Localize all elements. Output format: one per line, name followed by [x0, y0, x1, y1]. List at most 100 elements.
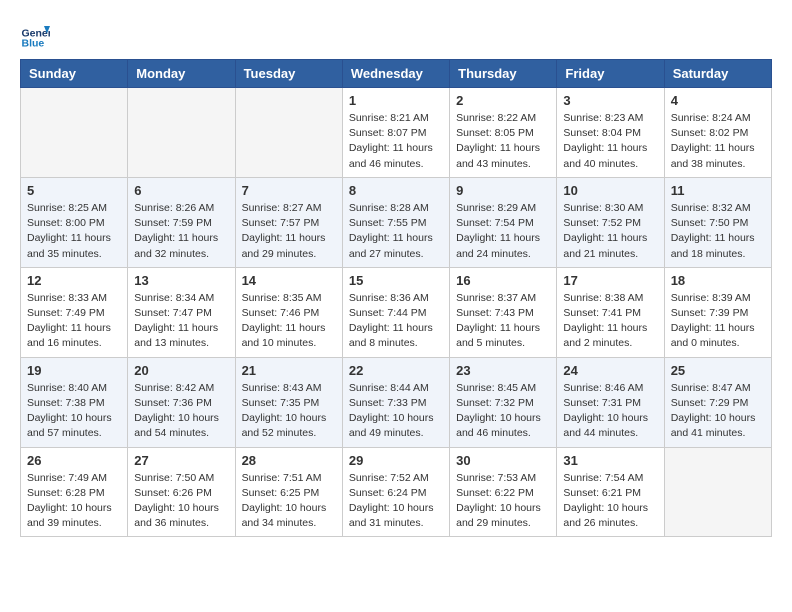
calendar-cell: 27Sunrise: 7:50 AMSunset: 6:26 PMDayligh… [128, 447, 235, 537]
calendar-week-row: 26 Sunrise: 7:49 AMSunset: 6:28 PMDayligh… [21, 447, 772, 537]
calendar-cell: 4 Sunrise: 8:24 AMSunset: 8:02 PMDaylight… [664, 88, 771, 178]
day-info: Sunrise: 7:49 AMSunset: 6:28 PMDaylight:… [27, 471, 121, 532]
day-number: 7 [242, 183, 336, 198]
day-info: Sunrise: 8:30 AMSunset: 7:52 PMDaylight:… [563, 201, 657, 262]
calendar-cell: 24 Sunrise: 8:46 AMSunset: 7:31 PMDayligh… [557, 357, 664, 447]
calendar-week-row: 1Sunrise: 8:21 AMSunset: 8:07 PMDaylight… [21, 88, 772, 178]
calendar-cell: 26 Sunrise: 7:49 AMSunset: 6:28 PMDayligh… [21, 447, 128, 537]
day-number: 13 [134, 273, 228, 288]
day-number: 10 [563, 183, 657, 198]
calendar-cell: 7 Sunrise: 8:27 AMSunset: 7:57 PMDaylight… [235, 177, 342, 267]
day-info: Sunrise: 8:44 AMSunset: 7:33 PMDaylight:… [349, 381, 443, 442]
day-number: 14 [242, 273, 336, 288]
day-info: Sunrise: 7:53 AMSunset: 6:22 PMDaylight:… [456, 471, 550, 532]
calendar-cell: 10 Sunrise: 8:30 AMSunset: 7:52 PMDayligh… [557, 177, 664, 267]
calendar-cell: 21 Sunrise: 8:43 AMSunset: 7:35 PMDayligh… [235, 357, 342, 447]
day-number: 8 [349, 183, 443, 198]
calendar-cell: 5Sunrise: 8:25 AMSunset: 8:00 PMDaylight… [21, 177, 128, 267]
day-number: 18 [671, 273, 765, 288]
weekday-header: Monday [128, 60, 235, 88]
calendar-body: 1Sunrise: 8:21 AMSunset: 8:07 PMDaylight… [21, 88, 772, 537]
logo: General Blue [20, 20, 54, 50]
day-info: Sunrise: 7:52 AMSunset: 6:24 PMDaylight:… [349, 471, 443, 532]
day-info: Sunrise: 8:45 AMSunset: 7:32 PMDaylight:… [456, 381, 550, 442]
calendar-cell: 14 Sunrise: 8:35 AMSunset: 7:46 PMDayligh… [235, 267, 342, 357]
calendar-cell: 9 Sunrise: 8:29 AMSunset: 7:54 PMDaylight… [450, 177, 557, 267]
calendar-cell: 25 Sunrise: 8:47 AMSunset: 7:29 PMDayligh… [664, 357, 771, 447]
day-number: 24 [563, 363, 657, 378]
calendar-cell: 20Sunrise: 8:42 AMSunset: 7:36 PMDayligh… [128, 357, 235, 447]
day-number: 29 [349, 453, 443, 468]
day-info: Sunrise: 8:27 AMSunset: 7:57 PMDaylight:… [242, 201, 336, 262]
calendar-cell: 28Sunrise: 7:51 AMSunset: 6:25 PMDayligh… [235, 447, 342, 537]
day-number: 16 [456, 273, 550, 288]
calendar-cell [21, 88, 128, 178]
day-number: 31 [563, 453, 657, 468]
day-info: Sunrise: 8:43 AMSunset: 7:35 PMDaylight:… [242, 381, 336, 442]
day-number: 17 [563, 273, 657, 288]
day-info: Sunrise: 8:46 AMSunset: 7:31 PMDaylight:… [563, 381, 657, 442]
calendar-cell [235, 88, 342, 178]
day-info: Sunrise: 8:36 AMSunset: 7:44 PMDaylight:… [349, 291, 443, 352]
day-number: 23 [456, 363, 550, 378]
day-info: Sunrise: 8:24 AMSunset: 8:02 PMDaylight:… [671, 111, 765, 172]
day-info: Sunrise: 8:38 AMSunset: 7:41 PMDaylight:… [563, 291, 657, 352]
calendar-cell: 19 Sunrise: 8:40 AMSunset: 7:38 PMDayligh… [21, 357, 128, 447]
day-info: Sunrise: 8:26 AMSunset: 7:59 PMDaylight:… [134, 201, 228, 262]
day-info: Sunrise: 8:25 AMSunset: 8:00 PMDaylight:… [27, 201, 121, 262]
day-number: 11 [671, 183, 765, 198]
day-info: Sunrise: 8:23 AMSunset: 8:04 PMDaylight:… [563, 111, 657, 172]
calendar-cell: 2Sunrise: 8:22 AMSunset: 8:05 PMDaylight… [450, 88, 557, 178]
day-number: 15 [349, 273, 443, 288]
day-number: 26 [27, 453, 121, 468]
weekday-header: Wednesday [342, 60, 449, 88]
calendar-cell [128, 88, 235, 178]
day-number: 22 [349, 363, 443, 378]
day-number: 4 [671, 93, 765, 108]
day-info: Sunrise: 8:47 AMSunset: 7:29 PMDaylight:… [671, 381, 765, 442]
day-number: 25 [671, 363, 765, 378]
calendar-header: SundayMondayTuesdayWednesdayThursdayFrid… [21, 60, 772, 88]
calendar-cell: 11 Sunrise: 8:32 AMSunset: 7:50 PMDayligh… [664, 177, 771, 267]
day-number: 20 [134, 363, 228, 378]
calendar-cell: 8 Sunrise: 8:28 AMSunset: 7:55 PMDaylight… [342, 177, 449, 267]
weekday-header: Tuesday [235, 60, 342, 88]
day-number: 21 [242, 363, 336, 378]
day-number: 3 [563, 93, 657, 108]
calendar-cell: 22 Sunrise: 8:44 AMSunset: 7:33 PMDayligh… [342, 357, 449, 447]
calendar-cell: 6 Sunrise: 8:26 AMSunset: 7:59 PMDaylight… [128, 177, 235, 267]
weekday-header: Friday [557, 60, 664, 88]
calendar-cell: 13Sunrise: 8:34 AMSunset: 7:47 PMDayligh… [128, 267, 235, 357]
day-number: 12 [27, 273, 121, 288]
calendar-cell: 16 Sunrise: 8:37 AMSunset: 7:43 PMDayligh… [450, 267, 557, 357]
logo-icon: General Blue [20, 20, 50, 50]
day-info: Sunrise: 7:51 AMSunset: 6:25 PMDaylight:… [242, 471, 336, 532]
calendar-cell: 29 Sunrise: 7:52 AMSunset: 6:24 PMDayligh… [342, 447, 449, 537]
day-number: 6 [134, 183, 228, 198]
calendar-week-row: 19 Sunrise: 8:40 AMSunset: 7:38 PMDayligh… [21, 357, 772, 447]
calendar-cell: 1Sunrise: 8:21 AMSunset: 8:07 PMDaylight… [342, 88, 449, 178]
day-info: Sunrise: 8:28 AMSunset: 7:55 PMDaylight:… [349, 201, 443, 262]
day-info: Sunrise: 7:50 AMSunset: 6:26 PMDaylight:… [134, 471, 228, 532]
calendar-week-row: 12 Sunrise: 8:33 AMSunset: 7:49 PMDayligh… [21, 267, 772, 357]
day-number: 2 [456, 93, 550, 108]
calendar-cell: 30Sunrise: 7:53 AMSunset: 6:22 PMDayligh… [450, 447, 557, 537]
day-number: 9 [456, 183, 550, 198]
calendar: SundayMondayTuesdayWednesdayThursdayFrid… [20, 59, 772, 537]
calendar-cell: 23 Sunrise: 8:45 AMSunset: 7:32 PMDayligh… [450, 357, 557, 447]
day-info: Sunrise: 8:40 AMSunset: 7:38 PMDaylight:… [27, 381, 121, 442]
day-info: Sunrise: 8:21 AMSunset: 8:07 PMDaylight:… [349, 111, 443, 172]
calendar-cell: 3 Sunrise: 8:23 AMSunset: 8:04 PMDaylight… [557, 88, 664, 178]
calendar-cell [664, 447, 771, 537]
weekday-header: Sunday [21, 60, 128, 88]
day-info: Sunrise: 8:35 AMSunset: 7:46 PMDaylight:… [242, 291, 336, 352]
day-info: Sunrise: 8:32 AMSunset: 7:50 PMDaylight:… [671, 201, 765, 262]
calendar-week-row: 5Sunrise: 8:25 AMSunset: 8:00 PMDaylight… [21, 177, 772, 267]
day-info: Sunrise: 8:39 AMSunset: 7:39 PMDaylight:… [671, 291, 765, 352]
day-info: Sunrise: 7:54 AMSunset: 6:21 PMDaylight:… [563, 471, 657, 532]
weekday-header: Saturday [664, 60, 771, 88]
day-info: Sunrise: 8:29 AMSunset: 7:54 PMDaylight:… [456, 201, 550, 262]
day-info: Sunrise: 8:33 AMSunset: 7:49 PMDaylight:… [27, 291, 121, 352]
day-info: Sunrise: 8:37 AMSunset: 7:43 PMDaylight:… [456, 291, 550, 352]
day-number: 19 [27, 363, 121, 378]
